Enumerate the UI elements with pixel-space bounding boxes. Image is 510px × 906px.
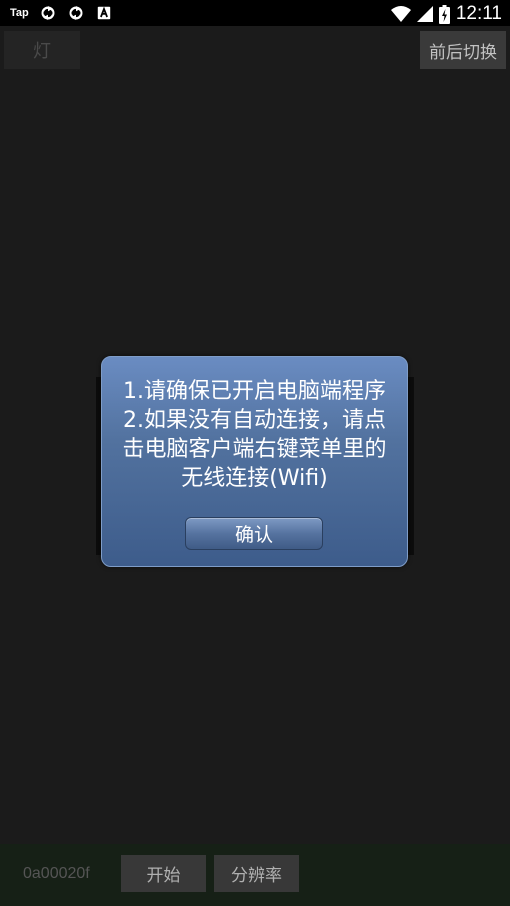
status-right: 12:11 xyxy=(390,3,502,25)
clock: 12:11 xyxy=(455,3,502,24)
device-code: 0a00020f xyxy=(23,865,90,882)
font-a-icon xyxy=(97,6,110,20)
dialog-message: 1.请确保已开启电脑端程序 2.如果没有自动连接，请点击电脑客户端右键菜单里的无… xyxy=(122,379,387,491)
start-button[interactable]: 开始 xyxy=(121,855,206,892)
sync-icon xyxy=(41,5,55,21)
confirm-button[interactable]: 确认 xyxy=(185,517,323,550)
status-bar: Tap 12:11 xyxy=(0,0,510,26)
bottom-bar: 0a00020f 开始 分辨率 xyxy=(0,844,510,906)
resolution-button[interactable]: 分辨率 xyxy=(214,855,299,892)
battery-icon xyxy=(438,4,450,24)
connection-dialog: 1.请确保已开启电脑端程序 2.如果没有自动连接，请点击电脑客户端右键菜单里的无… xyxy=(101,356,408,567)
camera-switch-button[interactable]: 前后切换 xyxy=(420,31,506,69)
light-button[interactable]: 灯 xyxy=(4,31,80,69)
wifi-icon xyxy=(390,6,411,22)
tap-label: Tap xyxy=(10,7,29,19)
signal-icon xyxy=(416,6,433,22)
sync-icon xyxy=(69,5,83,21)
status-left: Tap xyxy=(10,5,113,21)
